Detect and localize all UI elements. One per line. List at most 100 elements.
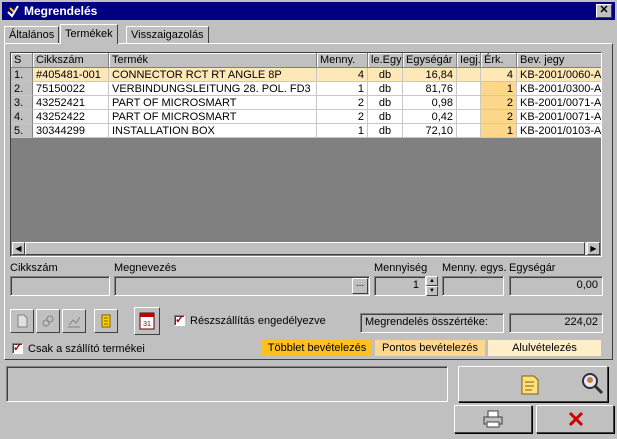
col-header-note[interactable]: Iegj.: [457, 53, 481, 68]
scroll-right-button[interactable]: ▶: [587, 242, 600, 255]
cell-product: PART OF MICROSMART: [109, 110, 317, 124]
qty-label: Mennyiség: [374, 262, 428, 274]
cell-unit: db: [368, 68, 403, 82]
cell-received: 1: [481, 82, 517, 96]
table-row[interactable]: 4. 43252422 PART OF MICROSMART 2 db 0,42…: [11, 110, 601, 124]
qty-spinner[interactable]: ▲ ▼: [426, 276, 438, 296]
link-icon: [42, 315, 54, 327]
cell-received: 2: [481, 96, 517, 110]
col-header-received[interactable]: Érk.: [481, 53, 517, 68]
order-window: Megrendelés ✕ Általános Termékek Visszai…: [0, 0, 617, 439]
status-panel: [6, 366, 448, 402]
col-header-unit[interactable]: le.Egy: [368, 53, 403, 68]
cell-product: INSTALLATION BOX: [109, 124, 317, 138]
qty-up-button[interactable]: ▲: [426, 276, 438, 286]
cell-code: #405481-001: [33, 68, 109, 82]
grid-horizontal-scrollbar[interactable]: ◀ ▶: [12, 242, 600, 255]
calendar-icon: 31: [139, 312, 155, 330]
note-button[interactable]: [94, 309, 118, 333]
cell-price: 16,84: [403, 68, 457, 82]
cell-receipt: KB-2001/0103-A: [517, 124, 601, 138]
col-header-receipt[interactable]: Bev. jegy: [517, 53, 601, 68]
title-bar: Megrendelés ✕: [2, 2, 615, 20]
name-field[interactable]: ...: [114, 276, 370, 296]
close-button[interactable]: ✕: [596, 4, 612, 18]
cell-received: 2: [481, 110, 517, 124]
link-button[interactable]: [36, 309, 60, 333]
cell-received: 1: [481, 124, 517, 138]
svg-text:31: 31: [143, 321, 151, 328]
chart-icon: [68, 316, 81, 328]
row-index: 5.: [11, 124, 33, 138]
unit-field[interactable]: [442, 276, 504, 296]
browse-button[interactable]: ...: [352, 278, 368, 294]
document-list-button[interactable]: [516, 372, 542, 398]
cell-product: PART OF MICROSMART: [109, 96, 317, 110]
new-doc-icon: [17, 314, 28, 328]
tab-products[interactable]: Termékek: [60, 24, 118, 44]
note-icon: [101, 314, 111, 328]
total-value: 224,02: [509, 313, 603, 333]
cell-qty: 1: [317, 82, 368, 96]
cell-note: [457, 110, 481, 124]
table-row[interactable]: 2. 75150022 VERBINDUNGSLEITUNG 28. POL. …: [11, 82, 601, 96]
col-header-product[interactable]: Termék: [109, 53, 317, 68]
cell-unit: db: [368, 82, 403, 96]
unit-label: Menny. egys.: [442, 262, 507, 274]
cell-receipt: KB-2001/0071-A: [517, 110, 601, 124]
col-header-code[interactable]: Cikkszám: [33, 53, 109, 68]
new-item-button[interactable]: [10, 309, 34, 333]
partial-delivery-checkbox[interactable]: [174, 313, 185, 326]
cell-note: [457, 124, 481, 138]
cell-code: 75150022: [33, 82, 109, 96]
cell-price: 0,42: [403, 110, 457, 124]
cancel-button[interactable]: [536, 405, 614, 433]
cancel-icon: [568, 411, 584, 427]
print-icon: [483, 410, 503, 428]
cell-unit: db: [368, 110, 403, 124]
cell-code: 43252422: [33, 110, 109, 124]
legend-under: Alulvételezés: [488, 340, 601, 356]
legend-surplus: Többlet bevételezés: [262, 340, 372, 356]
calendar-button[interactable]: 31: [134, 307, 160, 335]
cell-qty: 1: [317, 124, 368, 138]
cell-unit: db: [368, 124, 403, 138]
table-row[interactable]: 1. #405481-001 CONNECTOR RCT RT ANGLE 8P…: [11, 68, 601, 82]
code-field[interactable]: [10, 276, 110, 296]
table-row[interactable]: 5. 30344299 INSTALLATION BOX 1 db 72,10 …: [11, 124, 601, 138]
cell-qty: 2: [317, 110, 368, 124]
qty-field[interactable]: 1: [374, 276, 426, 296]
scroll-left-button[interactable]: ◀: [12, 242, 25, 255]
cell-code: 43252421: [33, 96, 109, 110]
window-title: Megrendelés: [24, 4, 98, 18]
search-person-button[interactable]: [578, 370, 606, 398]
row-index: 3.: [11, 96, 33, 110]
code-label: Cikkszám: [10, 262, 58, 274]
cell-price: 81,76: [403, 82, 457, 96]
cell-note: [457, 82, 481, 96]
cell-note: [457, 96, 481, 110]
col-header-s[interactable]: S: [11, 53, 33, 68]
document-list-icon: [521, 375, 539, 395]
tab-general[interactable]: Általános: [4, 26, 60, 43]
chart-button[interactable]: [62, 309, 86, 333]
col-header-price[interactable]: Egységár: [403, 53, 457, 68]
cell-code: 30344299: [33, 124, 109, 138]
search-person-icon: [582, 373, 604, 395]
cell-receipt: KB-2001/0300-A: [517, 82, 601, 96]
cell-note: [457, 68, 481, 82]
app-icon: [7, 5, 19, 18]
col-header-qty[interactable]: Menny.: [317, 53, 368, 68]
qty-down-button[interactable]: ▼: [426, 286, 438, 296]
supplier-only-checkbox[interactable]: [12, 341, 23, 354]
print-button[interactable]: [454, 405, 532, 433]
price-field[interactable]: 0,00: [509, 276, 603, 296]
cell-price: 72,10: [403, 124, 457, 138]
table-row[interactable]: 3. 43252421 PART OF MICROSMART 2 db 0,98…: [11, 96, 601, 110]
cell-receipt: KB-2001/0060-A: [517, 68, 601, 82]
name-label: Megnevezés: [114, 262, 177, 274]
products-grid[interactable]: S Cikkszám Termék Menny. le.Egy Egységár…: [10, 52, 602, 257]
tab-confirmation[interactable]: Visszaigazolás: [126, 26, 209, 43]
scroll-thumb[interactable]: [25, 242, 585, 255]
partial-delivery-label: Részszállítás engedélyezve: [190, 315, 326, 327]
